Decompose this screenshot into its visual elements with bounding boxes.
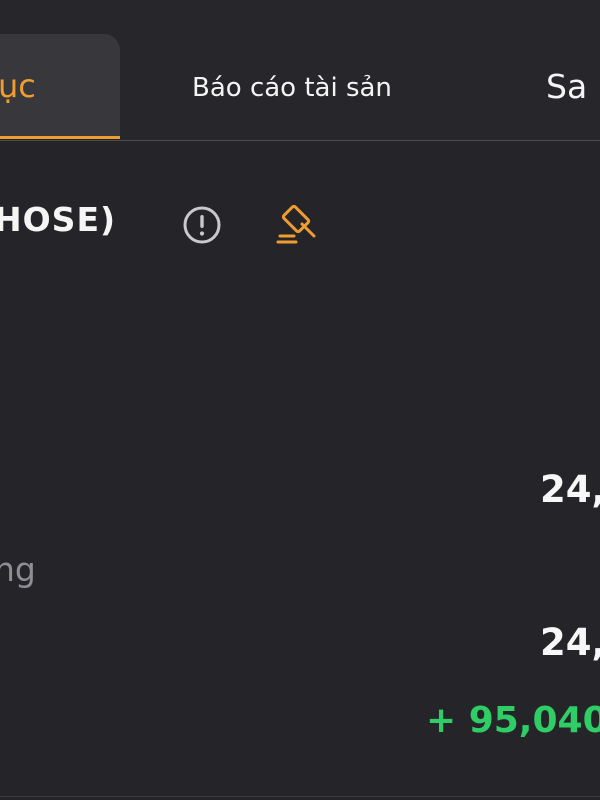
tab-next-label: Sa [546, 66, 588, 106]
divider [0, 796, 600, 797]
gavel-icon[interactable] [274, 198, 324, 248]
change-value: + 95,040 [426, 700, 600, 741]
tab-asset-report[interactable]: Báo cáo tài sản [192, 32, 392, 140]
tab-active[interactable]: ục [0, 34, 120, 139]
tab-active-label: ục [0, 67, 36, 105]
info-circle-icon[interactable] [182, 205, 222, 245]
tab-bar: ục Báo cáo tài sản Sa [0, 0, 600, 141]
value-1: 24, [540, 468, 600, 511]
tab-next[interactable]: Sa [546, 30, 588, 140]
stock-title: HOSE) [0, 200, 117, 239]
tab-asset-report-label: Báo cáo tài sản [192, 73, 392, 103]
active-tab-indicator [0, 136, 120, 139]
value-2: 24, [540, 621, 600, 664]
row-label: ng [0, 550, 36, 589]
